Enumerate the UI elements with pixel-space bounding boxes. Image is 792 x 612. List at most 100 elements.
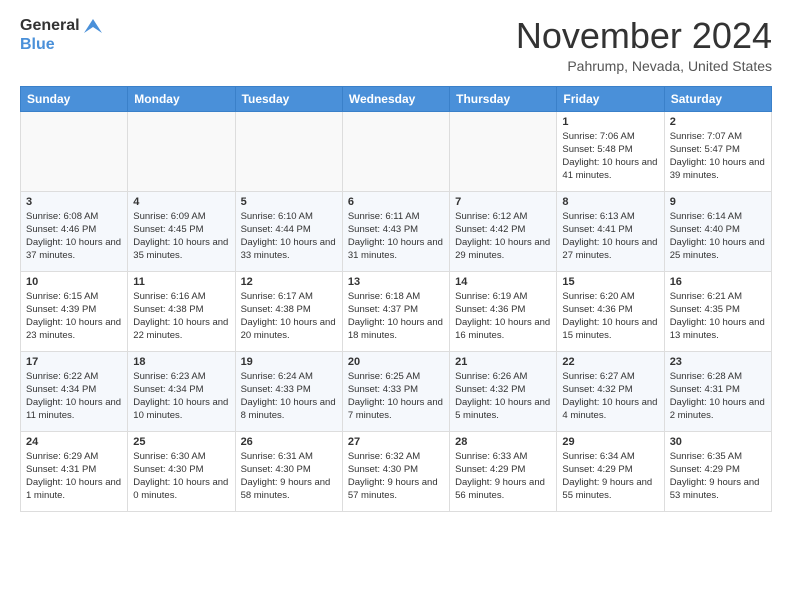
- day-cell: 6 Sunrise: 6:11 AM Sunset: 4:43 PM Daylig…: [342, 191, 449, 271]
- day-info: Sunrise: 6:21 AM Sunset: 4:35 PM Dayligh…: [670, 290, 766, 343]
- day-cell: 7 Sunrise: 6:12 AM Sunset: 4:42 PM Daylig…: [450, 191, 557, 271]
- logo-bird-icon: [84, 19, 102, 33]
- day-number: 13: [348, 276, 444, 288]
- day-number: 17: [26, 356, 122, 368]
- day-number: 8: [562, 196, 658, 208]
- day-cell: 21 Sunrise: 6:26 AM Sunset: 4:32 PM Dayli…: [450, 351, 557, 431]
- day-info: Sunrise: 6:32 AM Sunset: 4:30 PM Dayligh…: [348, 450, 444, 503]
- day-number: 21: [455, 356, 551, 368]
- week-row-1: 1 Sunrise: 7:06 AM Sunset: 5:48 PM Daylig…: [21, 111, 772, 191]
- day-cell: 20Sunrise: 6:25 AM Sunset: 4:33 PM Dayli…: [342, 351, 449, 431]
- day-info: Sunrise: 6:22 AM Sunset: 4:34 PM Dayligh…: [26, 370, 122, 423]
- day-number: 9: [670, 196, 766, 208]
- day-number: 20: [348, 356, 444, 368]
- day-number: 16: [670, 276, 766, 288]
- day-info: Sunrise: 6:17 AM Sunset: 4:38 PM Dayligh…: [241, 290, 337, 343]
- day-info: Sunrise: 6:31 AM Sunset: 4:30 PM Dayligh…: [241, 450, 337, 503]
- day-info: Sunrise: 6:24 AM Sunset: 4:33 PM Dayligh…: [241, 370, 337, 423]
- day-cell: 25 Sunrise: 6:30 AM Sunset: 4:30 PM Dayli…: [128, 431, 235, 511]
- day-info: Sunrise: 6:20 AM Sunset: 4:36 PM Dayligh…: [562, 290, 658, 343]
- day-number: 3: [26, 196, 122, 208]
- day-info: Sunrise: 6:18 AM Sunset: 4:37 PM Dayligh…: [348, 290, 444, 343]
- day-cell: 27 Sunrise: 6:32 AM Sunset: 4:30 PM Dayli…: [342, 431, 449, 511]
- day-info: Sunrise: 6:15 AM Sunset: 4:39 PM Dayligh…: [26, 290, 122, 343]
- day-cell: [450, 111, 557, 191]
- day-info: Sunrise: 6:12 AM Sunset: 4:42 PM Dayligh…: [455, 210, 551, 263]
- day-number: 19: [241, 356, 337, 368]
- day-cell: 23 Sunrise: 6:28 AM Sunset: 4:31 PM Dayli…: [664, 351, 771, 431]
- day-cell: 28Sunrise: 6:33 AM Sunset: 4:29 PM Dayli…: [450, 431, 557, 511]
- day-cell: [342, 111, 449, 191]
- header: General Blue November 2024 Pahrump, Neva…: [20, 16, 772, 74]
- day-cell: 13 Sunrise: 6:18 AM Sunset: 4:37 PM Dayli…: [342, 271, 449, 351]
- col-wednesday: Wednesday: [342, 86, 449, 111]
- col-friday: Friday: [557, 86, 664, 111]
- day-number: 30: [670, 436, 766, 448]
- day-number: 7: [455, 196, 551, 208]
- week-row-5: 24Sunrise: 6:29 AM Sunset: 4:31 PM Dayli…: [21, 431, 772, 511]
- week-row-3: 10 Sunrise: 6:15 AM Sunset: 4:39 PM Dayli…: [21, 271, 772, 351]
- page: General Blue November 2024 Pahrump, Neva…: [0, 0, 792, 612]
- day-number: 22: [562, 356, 658, 368]
- day-cell: 3 Sunrise: 6:08 AM Sunset: 4:46 PM Daylig…: [21, 191, 128, 271]
- col-tuesday: Tuesday: [235, 86, 342, 111]
- day-info: Sunrise: 6:35 AM Sunset: 4:29 PM Dayligh…: [670, 450, 766, 503]
- day-cell: 4 Sunrise: 6:09 AM Sunset: 4:45 PM Daylig…: [128, 191, 235, 271]
- day-number: 6: [348, 196, 444, 208]
- day-cell: 26 Sunrise: 6:31 AM Sunset: 4:30 PM Dayli…: [235, 431, 342, 511]
- day-number: 18: [133, 356, 229, 368]
- day-cell: 11Sunrise: 6:16 AM Sunset: 4:38 PM Dayli…: [128, 271, 235, 351]
- day-number: 10: [26, 276, 122, 288]
- title-block: November 2024 Pahrump, Nevada, United St…: [516, 16, 772, 74]
- col-saturday: Saturday: [664, 86, 771, 111]
- day-cell: 24Sunrise: 6:29 AM Sunset: 4:31 PM Dayli…: [21, 431, 128, 511]
- week-row-2: 3 Sunrise: 6:08 AM Sunset: 4:46 PM Daylig…: [21, 191, 772, 271]
- day-number: 5: [241, 196, 337, 208]
- day-info: Sunrise: 6:23 AM Sunset: 4:34 PM Dayligh…: [133, 370, 229, 423]
- day-info: Sunrise: 6:10 AM Sunset: 4:44 PM Dayligh…: [241, 210, 337, 263]
- day-info: Sunrise: 6:33 AM Sunset: 4:29 PM Dayligh…: [455, 450, 551, 503]
- day-number: 1: [562, 116, 658, 128]
- day-info: Sunrise: 6:26 AM Sunset: 4:32 PM Dayligh…: [455, 370, 551, 423]
- day-cell: 12 Sunrise: 6:17 AM Sunset: 4:38 PM Dayli…: [235, 271, 342, 351]
- day-cell: 19 Sunrise: 6:24 AM Sunset: 4:33 PM Dayli…: [235, 351, 342, 431]
- logo: General Blue: [20, 16, 102, 54]
- day-cell: 22 Sunrise: 6:27 AM Sunset: 4:32 PM Dayli…: [557, 351, 664, 431]
- day-number: 23: [670, 356, 766, 368]
- day-cell: [235, 111, 342, 191]
- day-cell: 10 Sunrise: 6:15 AM Sunset: 4:39 PM Dayli…: [21, 271, 128, 351]
- day-info: Sunrise: 6:11 AM Sunset: 4:43 PM Dayligh…: [348, 210, 444, 263]
- day-cell: 9 Sunrise: 6:14 AM Sunset: 4:40 PM Daylig…: [664, 191, 771, 271]
- day-info: Sunrise: 6:19 AM Sunset: 4:36 PM Dayligh…: [455, 290, 551, 343]
- day-number: 2: [670, 116, 766, 128]
- day-number: 29: [562, 436, 658, 448]
- day-number: 12: [241, 276, 337, 288]
- day-number: 25: [133, 436, 229, 448]
- calendar-header-row: Sunday Monday Tuesday Wednesday Thursday…: [21, 86, 772, 111]
- day-info: Sunrise: 6:28 AM Sunset: 4:31 PM Dayligh…: [670, 370, 766, 423]
- col-thursday: Thursday: [450, 86, 557, 111]
- day-number: 11: [133, 276, 229, 288]
- col-monday: Monday: [128, 86, 235, 111]
- col-sunday: Sunday: [21, 86, 128, 111]
- calendar-table: Sunday Monday Tuesday Wednesday Thursday…: [20, 86, 772, 512]
- day-info: Sunrise: 6:14 AM Sunset: 4:40 PM Dayligh…: [670, 210, 766, 263]
- day-number: 26: [241, 436, 337, 448]
- day-cell: 16 Sunrise: 6:21 AM Sunset: 4:35 PM Dayli…: [664, 271, 771, 351]
- day-info: Sunrise: 7:06 AM Sunset: 5:48 PM Dayligh…: [562, 130, 658, 183]
- logo-text: General Blue: [20, 16, 102, 54]
- day-info: Sunrise: 6:08 AM Sunset: 4:46 PM Dayligh…: [26, 210, 122, 263]
- day-number: 4: [133, 196, 229, 208]
- day-cell: [21, 111, 128, 191]
- day-cell: [128, 111, 235, 191]
- day-cell: 30 Sunrise: 6:35 AM Sunset: 4:29 PM Dayli…: [664, 431, 771, 511]
- day-info: Sunrise: 7:07 AM Sunset: 5:47 PM Dayligh…: [670, 130, 766, 183]
- day-info: Sunrise: 6:30 AM Sunset: 4:30 PM Dayligh…: [133, 450, 229, 503]
- day-info: Sunrise: 6:27 AM Sunset: 4:32 PM Dayligh…: [562, 370, 658, 423]
- day-info: Sunrise: 6:09 AM Sunset: 4:45 PM Dayligh…: [133, 210, 229, 263]
- day-number: 27: [348, 436, 444, 448]
- day-cell: 18 Sunrise: 6:23 AM Sunset: 4:34 PM Dayli…: [128, 351, 235, 431]
- location: Pahrump, Nevada, United States: [516, 58, 772, 74]
- day-cell: 1 Sunrise: 7:06 AM Sunset: 5:48 PM Daylig…: [557, 111, 664, 191]
- day-cell: 29Sunrise: 6:34 AM Sunset: 4:29 PM Dayli…: [557, 431, 664, 511]
